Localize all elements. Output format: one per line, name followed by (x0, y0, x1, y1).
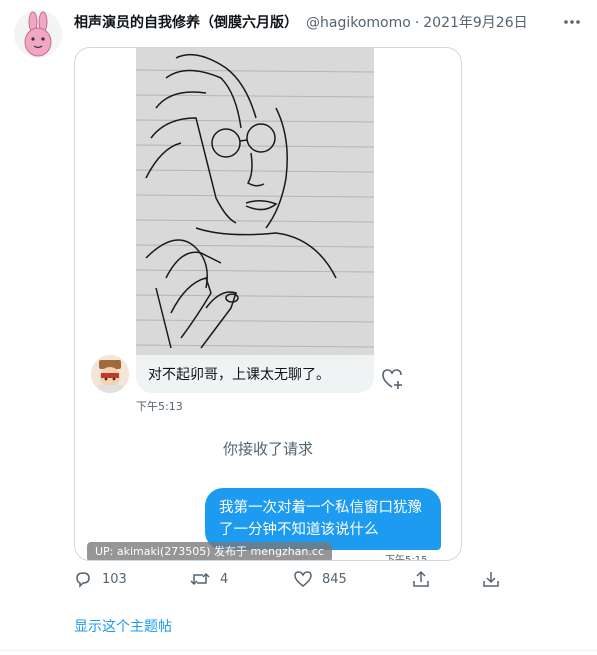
more-options-button[interactable] (562, 12, 582, 37)
sketch-drawing-image (136, 48, 374, 355)
react-heart-button[interactable] (381, 368, 405, 394)
dm-sender-avatar[interactable] (91, 355, 129, 393)
download-button[interactable] (482, 570, 500, 588)
tweet-header: 相声演员的自我修养（倒膜六月版） @hagikomomo · 2021年9月26日 (74, 12, 528, 34)
heart-plus-icon (382, 369, 402, 389)
retweet-count: 4 (220, 571, 229, 587)
rabbit-avatar-icon (14, 10, 62, 58)
author-handle[interactable]: @hagikomomo (306, 15, 411, 31)
sent-message-line-2: 了一分钟不知道该说什么 (219, 522, 379, 538)
request-accepted-notice: 你接收了请求 (222, 440, 313, 458)
reply-count: 103 (102, 571, 127, 587)
retweet-button[interactable]: 4 (190, 570, 228, 588)
upload-watermark: UP: akimaki(273505) 发布于 mengzhan.cc (87, 542, 332, 560)
tweet-date[interactable]: 2021年9月26日 (423, 15, 527, 31)
tweet-actions: 103 4 845 (74, 570, 504, 592)
like-button[interactable]: 845 (294, 570, 347, 588)
share-icon (413, 570, 429, 587)
cartoon-avatar-icon (91, 355, 129, 393)
author-avatar[interactable] (14, 10, 62, 58)
tweet-media-image[interactable]: 对不起卯哥，上课太无聊了。 下午5:13 你接收了请求 我第一次对着一个私信窗口… (74, 47, 462, 561)
received-message-bubble: 对不起卯哥，上课太无聊了。 (136, 355, 374, 393)
more-horizontal-icon (564, 20, 580, 24)
sent-message-bubble: 我第一次对着一个私信窗口犹豫 了一分钟不知道该说什么 (205, 488, 441, 550)
received-message-time: 下午5:13 (136, 400, 183, 413)
pen-sketch-portrait (136, 48, 374, 355)
author-name[interactable]: 相声演员的自我修养（倒膜六月版） (74, 15, 298, 31)
show-thread-link[interactable]: 显示这个主题帖 (74, 616, 172, 636)
like-count: 845 (322, 571, 347, 587)
heart-icon (294, 571, 312, 587)
retweet-icon (190, 572, 210, 586)
sent-message-time: 下午5:15 (385, 555, 428, 561)
header-separator: · (414, 15, 420, 31)
share-button[interactable] (412, 570, 430, 588)
sent-message-line-1: 我第一次对着一个私信窗口犹豫 (219, 500, 422, 516)
reply-button[interactable]: 103 (74, 570, 127, 588)
reply-icon (76, 572, 90, 588)
bottom-divider (0, 650, 597, 651)
download-icon (483, 572, 499, 587)
received-message-text: 对不起卯哥，上课太无聊了。 (148, 367, 330, 383)
